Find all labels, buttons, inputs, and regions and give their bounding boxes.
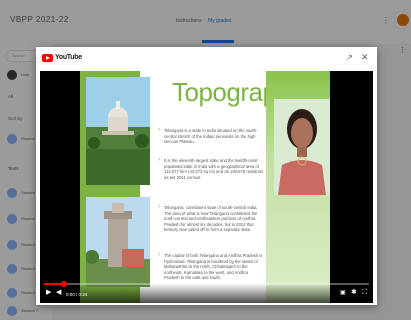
time-display: 0:00 / 0:24 — [66, 292, 88, 297]
youtube-modal: YouTube ↗ ✕ Topography › Telangana is a … — [36, 47, 377, 305]
presentation-slide: Topography Telangana is a state in India… — [80, 71, 330, 303]
temple-photo — [86, 77, 150, 185]
slide-right-panel — [266, 71, 330, 303]
youtube-brand: YouTube — [55, 54, 82, 61]
presenter-webcam — [274, 99, 330, 195]
progress-bar[interactable] — [44, 281, 369, 287]
slide-bullet: Telangana is a state in India situated o… — [158, 128, 264, 145]
settings-icon[interactable]: ✱ — [351, 289, 357, 297]
player-controls: ▶ ◀ 0:00 / 0:24 ▣ ✱ ⛶ — [40, 281, 373, 303]
volume-icon[interactable]: ◀ — [56, 289, 61, 297]
slide-bullet: Telangana, constituent state of south-ce… — [158, 205, 264, 233]
external-link-icon[interactable]: ↗ — [346, 53, 353, 62]
close-icon[interactable]: ✕ — [361, 52, 369, 63]
monument-photo — [86, 197, 150, 287]
modal-header: YouTube ↗ ✕ — [36, 47, 377, 69]
slide-bullet: The capital of both Telangana and Andhra… — [158, 253, 264, 281]
progress-handle[interactable] — [60, 281, 67, 287]
fullscreen-icon[interactable]: ⛶ — [362, 289, 367, 297]
youtube-logo-icon — [42, 54, 53, 62]
play-icon[interactable]: ▶ — [46, 289, 51, 297]
slide-bullet: It is the eleventh-largest state and the… — [158, 158, 264, 180]
captions-icon[interactable]: ▣ — [340, 289, 346, 297]
video-player[interactable]: Topography Telangana is a state in India… — [40, 71, 373, 303]
